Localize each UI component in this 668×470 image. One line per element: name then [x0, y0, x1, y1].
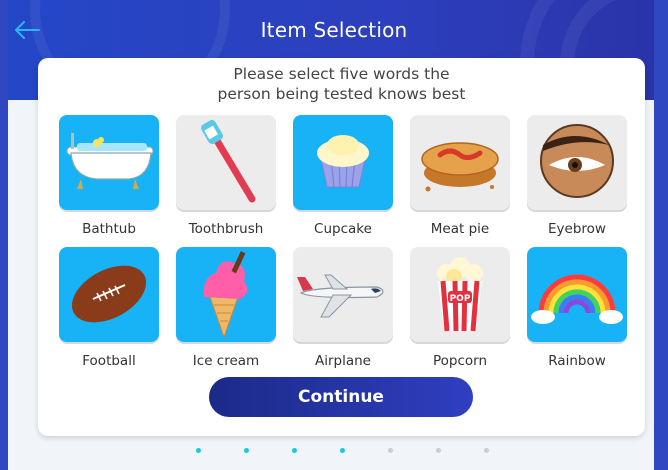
page-title: Item Selection: [260, 18, 408, 42]
item-label: Toothbrush: [188, 221, 264, 237]
airplane-icon: [297, 274, 384, 318]
instructions-line-1: Please select five words the: [233, 65, 450, 83]
item-tile-bathtub[interactable]: [59, 115, 159, 210]
popcorn-icon: POP: [437, 257, 483, 332]
pagination-dot: [292, 448, 297, 453]
pagination-dots: [0, 448, 668, 458]
item-label: Meat pie: [430, 221, 490, 237]
selection-card: Please select five words the person bein…: [38, 58, 645, 436]
football-icon: [71, 265, 147, 323]
item-tile-popcorn[interactable]: POP: [410, 247, 510, 342]
item-label: Eyebrow: [548, 221, 606, 237]
item-label: Ice cream: [192, 353, 260, 369]
pagination-dot: [244, 448, 249, 453]
item-tile-eyebrow[interactable]: [527, 115, 627, 210]
item-tile-cupcake[interactable]: [293, 115, 393, 210]
item-label: Football: [82, 353, 136, 369]
item-tile-ice-cream[interactable]: [176, 247, 276, 342]
right-edge: [654, 0, 668, 470]
item-tile-airplane[interactable]: [293, 247, 393, 342]
ice-cream-icon: [203, 251, 248, 339]
item-label: Airplane: [315, 353, 371, 369]
item-label: Popcorn: [432, 353, 488, 369]
instructions: Please select five words the person bein…: [38, 64, 645, 104]
item-tile-rainbow[interactable]: [527, 247, 627, 342]
pagination-dot: [388, 448, 393, 453]
continue-button[interactable]: Continue: [209, 377, 473, 417]
pagination-dot: [196, 448, 201, 453]
left-edge: [0, 0, 8, 470]
pagination-dot: [436, 448, 441, 453]
eyebrow-icon: [540, 124, 614, 198]
item-tile-toothbrush[interactable]: [176, 115, 276, 210]
pagination-dot: [340, 448, 345, 453]
rainbow-icon: [531, 274, 623, 324]
bathtub-icon: [66, 133, 154, 189]
item-label: Cupcake: [314, 221, 372, 237]
item-label: Bathtub: [82, 221, 136, 237]
toothbrush-icon: [201, 119, 256, 203]
instructions-line-2: person being tested knows best: [217, 85, 466, 103]
svg-text:POP: POP: [450, 294, 471, 304]
cupcake-icon: [317, 135, 369, 188]
item-tile-meat-pie[interactable]: [410, 115, 510, 210]
item-tile-football[interactable]: [59, 247, 159, 342]
meat-pie-icon: [421, 142, 499, 192]
item-label: Rainbow: [548, 353, 606, 369]
pagination-dot: [484, 448, 489, 453]
